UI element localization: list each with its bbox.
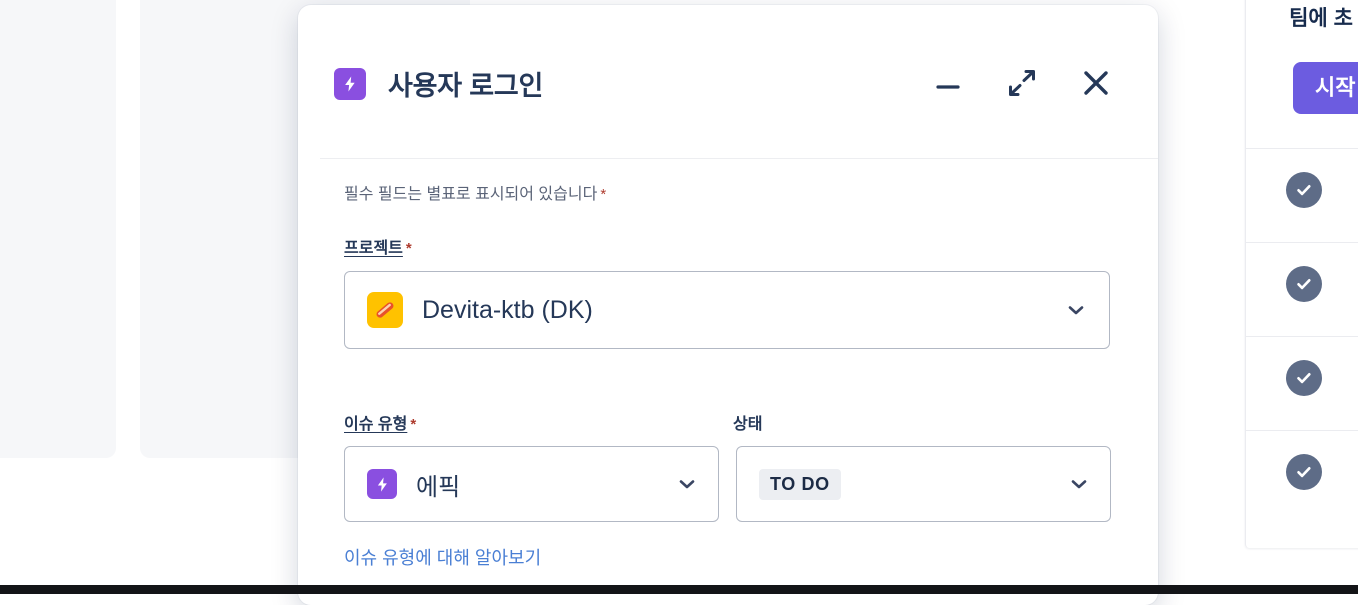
- issue-type-value-group: 에픽: [345, 467, 676, 502]
- check-circle-icon: [1286, 360, 1322, 396]
- project-avatar-icon: [367, 292, 403, 328]
- list-item[interactable]: [1246, 148, 1358, 242]
- list-item[interactable]: [1246, 242, 1358, 336]
- create-issue-modal: 사용자 로그인 필수 필드는 별표로 표시되어 있습니다 * 프로젝트 * De…: [298, 5, 1158, 605]
- status-label-text: 상태: [733, 416, 763, 433]
- project-field-label: 프로젝트 *: [344, 234, 412, 258]
- list-item[interactable]: [1246, 430, 1358, 524]
- project-label-text: 프로젝트: [344, 240, 403, 257]
- issue-type-label-text: 이슈 유형: [344, 416, 408, 433]
- required-asterisk: *: [410, 416, 417, 433]
- issue-type-field-label: 이슈 유형 *: [344, 410, 416, 434]
- required-asterisk: *: [600, 186, 607, 203]
- check-circle-icon: [1286, 454, 1322, 490]
- status-field-label: 상태: [733, 410, 762, 434]
- minimize-icon[interactable]: [926, 61, 970, 105]
- required-fields-note-text: 필수 필드는 별표로 표시되어 있습니다: [344, 186, 598, 203]
- issue-type-select-value: 에픽: [416, 473, 461, 501]
- status-badge: TO DO: [759, 468, 841, 500]
- chevron-down-icon[interactable]: [1065, 299, 1087, 321]
- modal-window-controls: [926, 61, 1118, 105]
- chevron-down-icon[interactable]: [676, 473, 698, 495]
- header-divider: [320, 158, 1158, 159]
- page-title: 사용자 로그인: [388, 71, 544, 101]
- status-value-group: TO DO: [737, 468, 1068, 500]
- status-select[interactable]: TO DO: [736, 446, 1111, 522]
- check-circle-icon: [1286, 266, 1322, 302]
- project-select[interactable]: Devita-ktb (DK): [344, 271, 1110, 349]
- required-fields-note: 필수 필드는 별표로 표시되어 있습니다 *: [344, 180, 606, 204]
- modal-header: 사용자 로그인: [298, 5, 1158, 158]
- close-icon[interactable]: [1074, 61, 1118, 105]
- list-item[interactable]: [1246, 336, 1358, 430]
- project-select-value: Devita-ktb (DK): [422, 295, 593, 324]
- chevron-down-icon[interactable]: [1068, 473, 1090, 495]
- issue-type-select[interactable]: 에픽: [344, 446, 719, 522]
- side-panel-heading: 팀에 초: [1289, 7, 1353, 30]
- learn-about-issue-types-link[interactable]: 이슈 유형에 대해 알아보기: [344, 544, 541, 570]
- modal-title-group: 사용자 로그인: [334, 64, 543, 103]
- start-button[interactable]: 시작: [1293, 62, 1358, 114]
- epic-bolt-icon: [334, 67, 366, 100]
- required-asterisk: *: [405, 240, 412, 257]
- check-circle-icon: [1286, 172, 1322, 208]
- expand-icon[interactable]: [1000, 61, 1044, 105]
- side-panel: 팀에 초 시작: [1245, 0, 1358, 548]
- background-card-left: [0, 0, 116, 458]
- screen-bottom-bar: [0, 585, 1358, 594]
- epic-bolt-icon: [367, 469, 397, 499]
- project-select-value-group: Devita-ktb (DK): [345, 292, 1065, 328]
